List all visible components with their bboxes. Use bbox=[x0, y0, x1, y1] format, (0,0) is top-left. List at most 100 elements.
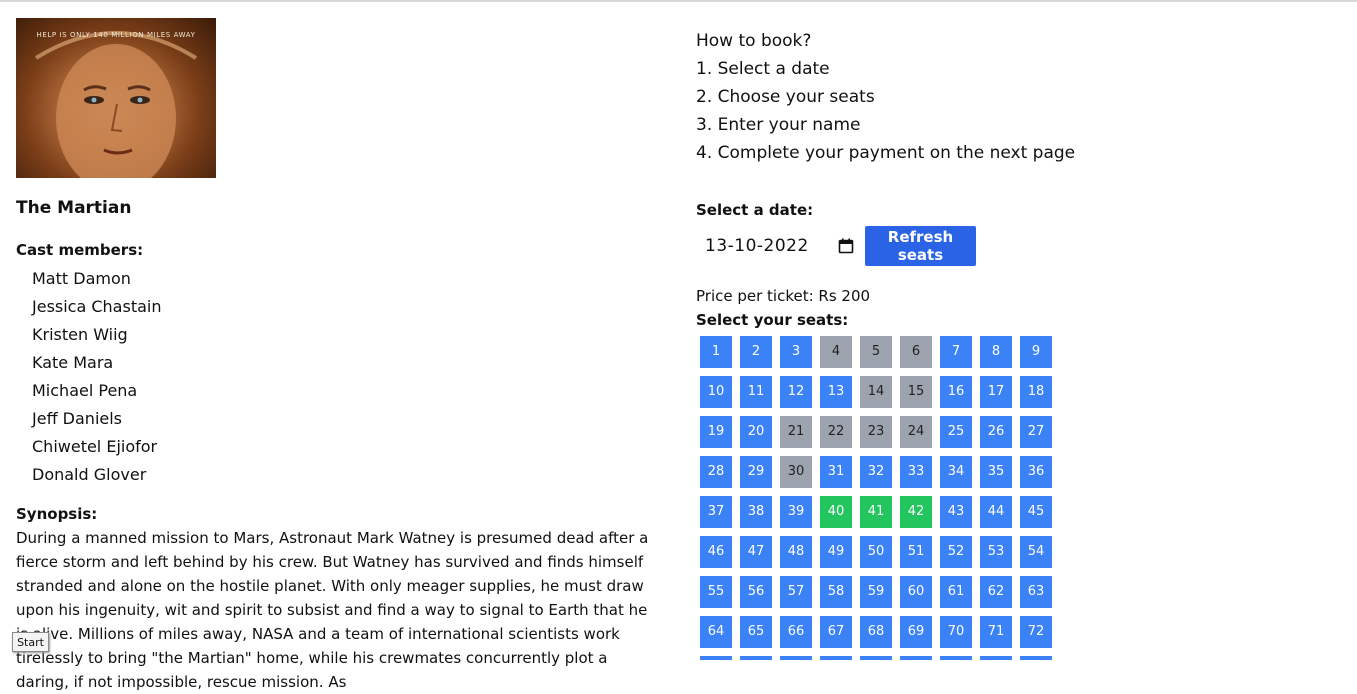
seat-available[interactable]: 46 bbox=[700, 536, 732, 568]
seat-available[interactable]: 2 bbox=[740, 336, 772, 368]
seat-booked: 24 bbox=[900, 416, 932, 448]
seat-booked: 4 bbox=[820, 336, 852, 368]
seat-available[interactable]: 55 bbox=[700, 576, 732, 608]
seat-available[interactable]: 72 bbox=[1020, 616, 1052, 648]
seat-available[interactable]: 19 bbox=[700, 416, 732, 448]
seat-available[interactable]: 67 bbox=[820, 616, 852, 648]
date-input[interactable]: 13-10-2022 bbox=[696, 226, 858, 266]
seat-available[interactable]: 18 bbox=[1020, 376, 1052, 408]
instruction-step: 2. Choose your seats bbox=[696, 87, 875, 107]
seat-available[interactable] bbox=[780, 656, 812, 660]
movie-title: The Martian bbox=[16, 198, 132, 218]
poster-face-illustration bbox=[34, 31, 198, 178]
seat-available[interactable]: 10 bbox=[700, 376, 732, 408]
seat-available[interactable]: 58 bbox=[820, 576, 852, 608]
seat-available[interactable]: 61 bbox=[940, 576, 972, 608]
seat-available[interactable] bbox=[980, 656, 1012, 660]
seat-available[interactable]: 39 bbox=[780, 496, 812, 528]
cast-heading: Cast members: bbox=[16, 241, 144, 259]
seat-available[interactable]: 13 bbox=[820, 376, 852, 408]
calendar-icon[interactable] bbox=[838, 238, 854, 254]
cast-member: Jeff Daniels bbox=[32, 409, 123, 428]
seat-booked: 30 bbox=[780, 456, 812, 488]
seat-available[interactable]: 63 bbox=[1020, 576, 1052, 608]
seat-booked: 14 bbox=[860, 376, 892, 408]
seat-available[interactable]: 9 bbox=[1020, 336, 1052, 368]
seat-available[interactable] bbox=[740, 656, 772, 660]
seat-available[interactable]: 12 bbox=[780, 376, 812, 408]
seat-available[interactable]: 45 bbox=[1020, 496, 1052, 528]
seat-selected[interactable]: 42 bbox=[900, 496, 932, 528]
seat-available[interactable] bbox=[900, 656, 932, 660]
seat-available[interactable]: 38 bbox=[740, 496, 772, 528]
seat-booked: 23 bbox=[860, 416, 892, 448]
seat-available[interactable]: 32 bbox=[860, 456, 892, 488]
seat-available[interactable]: 3 bbox=[780, 336, 812, 368]
cast-member: Donald Glover bbox=[32, 465, 147, 484]
seat-available[interactable] bbox=[940, 656, 972, 660]
seat-available[interactable]: 54 bbox=[1020, 536, 1052, 568]
date-value: 13-10-2022 bbox=[705, 236, 809, 256]
movie-poster: HELP IS ONLY 140 MILLION MILES AWAY bbox=[16, 18, 216, 178]
seat-available[interactable]: 52 bbox=[940, 536, 972, 568]
price-per-ticket: Price per ticket: Rs 200 bbox=[696, 287, 871, 305]
cast-member: Michael Pena bbox=[32, 381, 138, 400]
seat-booked: 22 bbox=[820, 416, 852, 448]
seat-available[interactable] bbox=[1020, 656, 1052, 660]
cast-member: Jessica Chastain bbox=[32, 297, 162, 316]
seat-available[interactable]: 71 bbox=[980, 616, 1012, 648]
seat-available[interactable]: 49 bbox=[820, 536, 852, 568]
start-button[interactable]: Start bbox=[12, 632, 49, 652]
synopsis-text: During a manned mission to Mars, Astrona… bbox=[16, 529, 649, 691]
seat-available[interactable]: 44 bbox=[980, 496, 1012, 528]
seat-available[interactable]: 43 bbox=[940, 496, 972, 528]
seat-available[interactable]: 66 bbox=[780, 616, 812, 648]
seat-available[interactable]: 1 bbox=[700, 336, 732, 368]
cast-member: Matt Damon bbox=[32, 269, 131, 288]
seat-available[interactable]: 62 bbox=[980, 576, 1012, 608]
seat-available[interactable] bbox=[860, 656, 892, 660]
seat-available[interactable]: 8 bbox=[980, 336, 1012, 368]
seat-available[interactable]: 65 bbox=[740, 616, 772, 648]
seat-available[interactable]: 25 bbox=[940, 416, 972, 448]
seat-available[interactable]: 53 bbox=[980, 536, 1012, 568]
seat-available[interactable]: 36 bbox=[1020, 456, 1052, 488]
date-label: Select a date: bbox=[696, 201, 814, 219]
seat-available[interactable]: 7 bbox=[940, 336, 972, 368]
seat-booked: 5 bbox=[860, 336, 892, 368]
seat-available[interactable]: 51 bbox=[900, 536, 932, 568]
seat-available[interactable]: 20 bbox=[740, 416, 772, 448]
seat-available[interactable]: 60 bbox=[900, 576, 932, 608]
seat-available[interactable] bbox=[700, 656, 732, 660]
seat-available[interactable]: 47 bbox=[740, 536, 772, 568]
seat-available[interactable] bbox=[820, 656, 852, 660]
seat-available[interactable]: 33 bbox=[900, 456, 932, 488]
instructions-heading: How to book? bbox=[696, 31, 812, 51]
seat-available[interactable]: 28 bbox=[700, 456, 732, 488]
seat-selected[interactable]: 41 bbox=[860, 496, 892, 528]
seat-available[interactable]: 50 bbox=[860, 536, 892, 568]
seat-available[interactable]: 48 bbox=[780, 536, 812, 568]
seat-available[interactable]: 37 bbox=[700, 496, 732, 528]
synopsis-heading: Synopsis: bbox=[16, 505, 98, 523]
seat-available[interactable]: 59 bbox=[860, 576, 892, 608]
seat-available[interactable]: 68 bbox=[860, 616, 892, 648]
seat-available[interactable]: 17 bbox=[980, 376, 1012, 408]
seat-available[interactable]: 34 bbox=[940, 456, 972, 488]
refresh-seats-button[interactable]: Refresh seats bbox=[865, 226, 976, 266]
seat-available[interactable]: 69 bbox=[900, 616, 932, 648]
seat-available[interactable]: 56 bbox=[740, 576, 772, 608]
booking-instructions: How to book? 1. Select a date 2. Choose … bbox=[696, 27, 1075, 167]
seat-available[interactable]: 70 bbox=[940, 616, 972, 648]
seat-available[interactable]: 11 bbox=[740, 376, 772, 408]
seat-available[interactable]: 26 bbox=[980, 416, 1012, 448]
seat-available[interactable]: 16 bbox=[940, 376, 972, 408]
seat-available[interactable]: 64 bbox=[700, 616, 732, 648]
seat-available[interactable]: 57 bbox=[780, 576, 812, 608]
seat-available[interactable]: 29 bbox=[740, 456, 772, 488]
seat-available[interactable]: 27 bbox=[1020, 416, 1052, 448]
seat-booked: 6 bbox=[900, 336, 932, 368]
seat-selected[interactable]: 40 bbox=[820, 496, 852, 528]
seat-available[interactable]: 35 bbox=[980, 456, 1012, 488]
seat-available[interactable]: 31 bbox=[820, 456, 852, 488]
